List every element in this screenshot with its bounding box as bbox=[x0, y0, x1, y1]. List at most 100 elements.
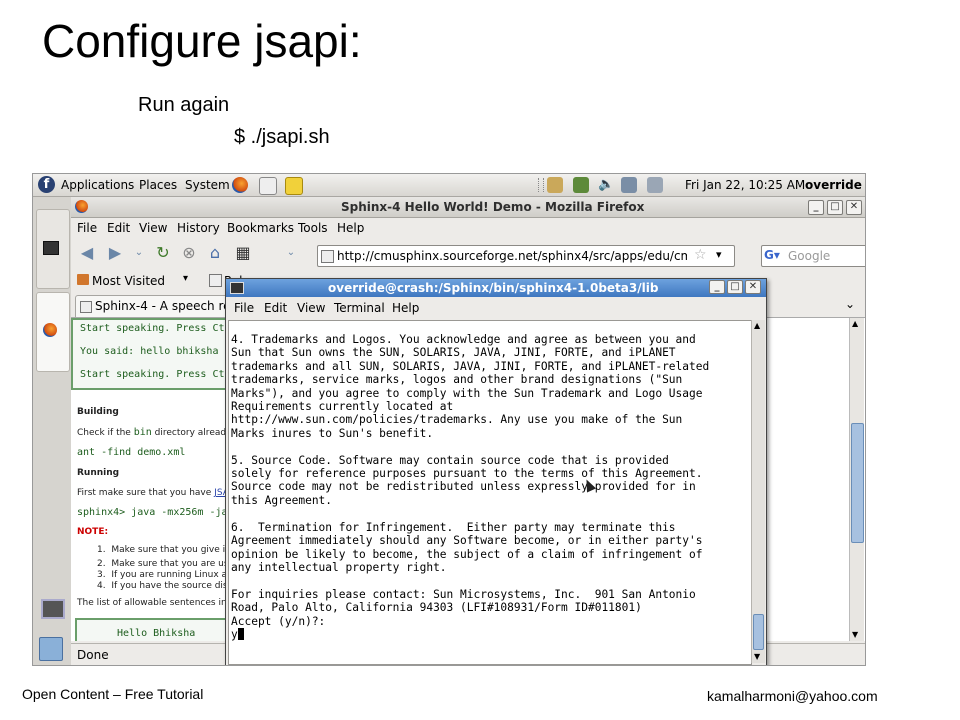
firefox-launcher-icon[interactable] bbox=[232, 177, 248, 193]
terminal-title-icon bbox=[230, 282, 244, 294]
sentence-line: Hello Bhiksha bbox=[117, 628, 196, 639]
terminal-menu-terminal[interactable]: Terminal bbox=[334, 301, 385, 315]
back-icon[interactable]: ◀ bbox=[77, 243, 97, 263]
terminal-scroll-up-icon[interactable]: ▲ bbox=[754, 321, 760, 330]
scroll-up-icon[interactable]: ▲ bbox=[852, 319, 858, 328]
menu-help[interactable]: Help bbox=[337, 221, 364, 235]
forward-icon[interactable]: ▶ bbox=[105, 243, 125, 263]
terminal-line: trademarks, service marks, logos and oth… bbox=[231, 373, 683, 387]
volume-icon[interactable]: 🔈 bbox=[598, 177, 614, 193]
java-command: sphinx4> java -mx256m -jar bbox=[77, 507, 234, 518]
applications-menu[interactable]: Applications bbox=[61, 178, 134, 192]
close-button[interactable]: ✕ bbox=[846, 200, 862, 215]
output-line-1: Start speaking. Press Ct bbox=[80, 323, 225, 334]
user-menu[interactable]: override bbox=[805, 178, 862, 192]
terminal-line: Road, Palo Alto, California 94303 (LFI#1… bbox=[231, 601, 642, 615]
terminal-menu-help[interactable]: Help bbox=[392, 301, 419, 315]
menu-history[interactable]: History bbox=[177, 221, 220, 235]
search-box[interactable]: G▾ Google ⚲ bbox=[761, 245, 865, 267]
status-text: Done bbox=[77, 648, 109, 662]
terminal-maximize-button[interactable]: □ bbox=[727, 280, 743, 294]
terminal-menu-view[interactable]: View bbox=[297, 301, 325, 315]
top-panel: f Applications Places System 🔈 Fri Jan 2… bbox=[33, 174, 865, 197]
firefox-task-button[interactable] bbox=[36, 292, 70, 372]
terminal-scroll-down-icon[interactable]: ▼ bbox=[754, 652, 760, 661]
stop-icon[interactable]: ⊗ bbox=[179, 243, 199, 263]
trash-icon[interactable] bbox=[39, 637, 63, 661]
panel-separator-icon bbox=[538, 178, 544, 192]
terminal-scrollbar[interactable]: ▲ ▼ bbox=[751, 320, 765, 663]
bookmark-star-icon[interactable]: ☆ bbox=[694, 247, 707, 263]
minimize-button[interactable]: _ bbox=[808, 200, 824, 215]
network-icon[interactable] bbox=[547, 177, 563, 193]
clock[interactable]: Fri Jan 22, 10:25 AM bbox=[685, 178, 805, 192]
terminal-line: http://www.sun.com/policies/trademarks. … bbox=[231, 413, 683, 427]
notes-launcher-icon[interactable] bbox=[285, 177, 303, 195]
window-list bbox=[33, 197, 72, 665]
mail-launcher-icon[interactable] bbox=[259, 177, 277, 195]
terminal-close-button[interactable]: ✕ bbox=[745, 280, 761, 294]
terminal-output[interactable]: 4. Trademarks and Logos. You acknowledge… bbox=[228, 320, 752, 665]
address-bar[interactable]: http://cmusphinx.sourceforge.net/sphinx4… bbox=[317, 245, 735, 267]
google-engine-icon[interactable]: G▾ bbox=[764, 248, 780, 262]
terminal-cursor bbox=[237, 627, 244, 640]
terminal-input[interactable]: y bbox=[231, 628, 238, 641]
film-addon-icon[interactable]: ▦ bbox=[233, 243, 253, 263]
terminal-line: Agreement immediately should any Softwar… bbox=[231, 534, 703, 548]
menu-edit[interactable]: Edit bbox=[107, 221, 130, 235]
terminal-window-title: override@crash:/Sphinx/bin/sphinx4-1.0be… bbox=[328, 281, 659, 295]
tab-sphinx4[interactable]: Sphinx-4 - A speech rec bbox=[75, 295, 237, 318]
tab-site-icon bbox=[80, 301, 92, 313]
places-menu[interactable]: Places bbox=[139, 178, 177, 192]
terminal-window: override@crash:/Sphinx/bin/sphinx4-1.0be… bbox=[225, 278, 767, 665]
terminal-line: Requirements currently located at bbox=[231, 400, 454, 414]
terminal-line: this Agreement. bbox=[231, 493, 333, 507]
firefox-window-title: Sphinx-4 Hello World! Demo - Mozilla Fir… bbox=[341, 200, 645, 214]
reload-icon[interactable]: ↻ bbox=[153, 243, 173, 263]
terminal-minimized-icon[interactable] bbox=[41, 599, 65, 619]
terminal-scroll-thumb[interactable] bbox=[753, 614, 764, 650]
update-icon[interactable] bbox=[573, 177, 589, 193]
terminal-icon bbox=[43, 241, 59, 255]
maximize-button[interactable]: □ bbox=[827, 200, 843, 215]
page-scroll-thumb[interactable] bbox=[851, 423, 864, 543]
terminal-line: any intellectual property right. bbox=[231, 560, 447, 574]
tab-list-chevron-icon[interactable]: ⌄ bbox=[845, 297, 855, 311]
menu-view[interactable]: View bbox=[139, 221, 167, 235]
footer-right: kamalharmoni@yahoo.com bbox=[707, 688, 878, 704]
battery-icon[interactable] bbox=[647, 177, 663, 193]
menu-tools[interactable]: Tools bbox=[298, 221, 328, 235]
footer-left: Open Content – Free Tutorial bbox=[22, 686, 204, 702]
terminal-line: 5. Source Code. Software may contain sou… bbox=[231, 453, 669, 467]
menu-file[interactable]: File bbox=[77, 221, 97, 235]
most-visited-dropdown-icon[interactable]: ▾ bbox=[183, 273, 188, 284]
history-dropdown-icon[interactable]: ⌄ bbox=[129, 243, 149, 263]
slide-title: Configure jsapi: bbox=[42, 15, 362, 67]
home-icon[interactable]: ⌂ bbox=[205, 243, 225, 263]
command-text: $ ./jsapi.sh bbox=[234, 126, 330, 148]
firefox-title-icon bbox=[75, 200, 88, 213]
system-menu[interactable]: System bbox=[185, 178, 230, 192]
menu-bookmarks[interactable]: Bookmarks bbox=[227, 221, 294, 235]
terminal-line: Marks"), and you agree to comply with th… bbox=[231, 386, 703, 400]
url-dropdown-icon[interactable]: ▾ bbox=[716, 248, 722, 261]
terminal-line: opinion be likely to become, the subject… bbox=[231, 547, 703, 561]
terminal-menu-file[interactable]: File bbox=[234, 301, 254, 315]
addon-dropdown-icon[interactable]: ⌄ bbox=[281, 243, 301, 263]
terminal-menu-edit[interactable]: Edit bbox=[264, 301, 287, 315]
terminal-line: 4. Trademarks and Logos. You acknowledge… bbox=[231, 333, 696, 346]
most-visited-bookmark[interactable]: Most Visited bbox=[92, 274, 165, 288]
page-scrollbar[interactable]: ▲ ▼ bbox=[849, 318, 864, 641]
fedora-logo-icon[interactable]: f bbox=[38, 176, 55, 193]
url-text: http://cmusphinx.sourceforge.net/sphinx4… bbox=[337, 249, 687, 263]
terminal-task-button[interactable] bbox=[36, 209, 70, 289]
terminal-minimize-button[interactable]: _ bbox=[709, 280, 725, 294]
navigation-toolbar: ◀ ▶ ⌄ ↻ ⊗ ⌂ ▦ ⌄ http://cmusphinx.sourcef… bbox=[71, 238, 865, 270]
terminal-titlebar: override@crash:/Sphinx/bin/sphinx4-1.0be… bbox=[226, 279, 766, 297]
terminal-line: 6. Termination for Infringement. Either … bbox=[231, 520, 676, 534]
firefox-titlebar: Sphinx-4 Hello World! Demo - Mozilla Fir… bbox=[71, 197, 865, 218]
network-status-icon[interactable] bbox=[621, 177, 637, 193]
firefox-menubar: File Edit View History Bookmarks Tools H… bbox=[71, 218, 865, 238]
scroll-down-icon[interactable]: ▼ bbox=[852, 630, 858, 639]
terminal-line: Sun that Sun owns the SUN, SOLARIS, JAVA… bbox=[231, 346, 676, 360]
